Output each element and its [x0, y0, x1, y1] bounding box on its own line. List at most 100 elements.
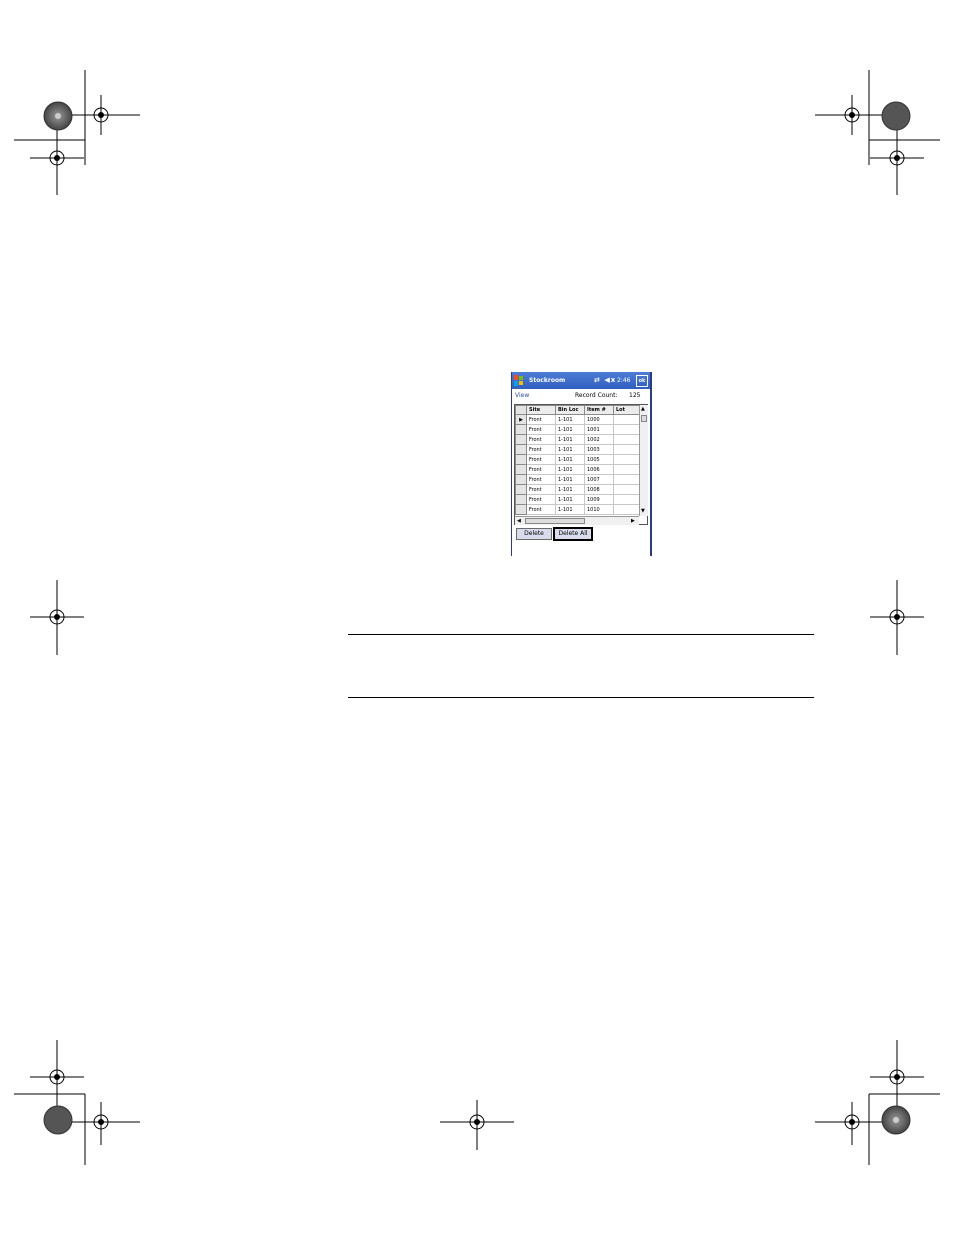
scroll-right-arrow-icon[interactable]: ▶ — [631, 518, 635, 524]
table-cell[interactable]: 1-101 — [555, 504, 585, 515]
delete-all-button[interactable]: Delete All — [553, 527, 593, 541]
divider-top — [348, 634, 814, 635]
crosshair-mark-icon — [66, 70, 140, 165]
view-menu[interactable]: View — [515, 392, 529, 399]
table-cell[interactable]: 1000 — [584, 414, 614, 425]
vertical-scrollbar[interactable]: ▲ ▼ — [639, 405, 648, 516]
app-title: Stockroom — [529, 377, 566, 384]
table-cell[interactable]: Front — [526, 414, 556, 425]
table-row[interactable]: Front 1-101 1008 — [515, 484, 640, 495]
scroll-thumb[interactable] — [525, 518, 585, 524]
row-selector[interactable] — [515, 464, 527, 475]
ok-button[interactable]: ok — [636, 375, 648, 387]
row-selector-header — [515, 405, 527, 415]
horizontal-scrollbar[interactable]: ◀ ▶ — [515, 516, 639, 525]
table-cell[interactable]: 1-101 — [555, 484, 585, 495]
row-selector[interactable] — [515, 454, 527, 465]
table-cell[interactable] — [613, 474, 640, 485]
scroll-thumb[interactable] — [641, 415, 647, 422]
table-cell[interactable]: 1009 — [584, 494, 614, 505]
column-header[interactable]: Bin Loc — [555, 405, 585, 415]
table-cell[interactable]: Front — [526, 464, 556, 475]
column-header[interactable]: Item # — [584, 405, 614, 415]
row-selector[interactable] — [515, 434, 527, 445]
row-selector[interactable] — [515, 484, 527, 495]
column-header[interactable]: Site — [526, 405, 556, 415]
starburst-target-icon — [881, 1105, 911, 1135]
row-selector[interactable] — [515, 494, 527, 505]
table-cell[interactable] — [613, 504, 640, 515]
table-cell[interactable] — [613, 414, 640, 425]
table-cell[interactable]: 1-101 — [555, 434, 585, 445]
table-cell[interactable]: 1010 — [584, 504, 614, 515]
table-cell[interactable]: Front — [526, 504, 556, 515]
table-row[interactable]: Front 1-101 1010 — [515, 504, 640, 515]
clock[interactable]: 2:46 — [617, 377, 630, 384]
table-row[interactable]: Front 1-101 1005 — [515, 454, 640, 465]
table-cell[interactable] — [613, 484, 640, 495]
crosshair-mark-icon — [14, 1040, 85, 1115]
crosshair-mark-icon — [869, 1040, 940, 1115]
row-selector[interactable] — [515, 474, 527, 485]
starburst-target-icon — [881, 101, 911, 131]
table-cell[interactable]: 1001 — [584, 424, 614, 435]
starburst-target-icon — [43, 101, 73, 131]
table-cell[interactable]: Front — [526, 434, 556, 445]
current-row-arrow-icon: ▶ — [519, 416, 523, 423]
table-cell[interactable] — [613, 444, 640, 455]
column-header[interactable]: Lot — [613, 405, 640, 415]
crosshair-mark-icon — [869, 120, 940, 195]
table-row[interactable]: Front 1-101 1009 — [515, 494, 640, 505]
device-screen: Stockroom ⇄ ◀x 2:46 ok View Record Count… — [511, 372, 652, 556]
row-selector[interactable] — [515, 444, 527, 455]
table-cell[interactable]: Front — [526, 484, 556, 495]
toolbar-row: View Record Count: 125 — [515, 392, 647, 401]
table-row[interactable]: Front 1-101 1006 — [515, 464, 640, 475]
table-cell[interactable] — [613, 454, 640, 465]
table-cell[interactable] — [613, 464, 640, 475]
table-cell[interactable]: 1007 — [584, 474, 614, 485]
table-cell[interactable]: Front — [526, 454, 556, 465]
table-row[interactable]: Front 1-101 1007 — [515, 474, 640, 485]
table-cell[interactable]: 1-101 — [555, 414, 585, 425]
table-cell[interactable]: 1-101 — [555, 464, 585, 475]
table-row[interactable]: Front 1-101 1002 — [515, 434, 640, 445]
scroll-up-arrow-icon[interactable]: ▲ — [641, 406, 645, 412]
header-row: Site Bin Loc Item # Lot — [515, 405, 640, 415]
table-cell[interactable] — [613, 424, 640, 435]
table-cell[interactable]: Front — [526, 474, 556, 485]
row-selector[interactable] — [515, 424, 527, 435]
windows-start-icon[interactable] — [514, 375, 524, 386]
table-cell[interactable]: 1008 — [584, 484, 614, 495]
table-cell[interactable] — [613, 434, 640, 445]
table-row[interactable]: Front 1-101 1001 — [515, 424, 640, 435]
record-count-value: 125 — [629, 392, 641, 399]
record-count-label: Record Count: — [575, 392, 618, 399]
speaker-muted-icon[interactable]: ◀x — [604, 376, 616, 384]
table-cell[interactable]: 1002 — [584, 434, 614, 445]
table-cell[interactable]: 1005 — [584, 454, 614, 465]
table-cell[interactable]: Front — [526, 444, 556, 455]
data-grid[interactable]: Site Bin Loc Item # Lot ▶ Front 1-101 1000 F… — [514, 404, 648, 525]
row-selector[interactable]: ▶ — [515, 414, 527, 425]
sync-icon[interactable]: ⇄ — [594, 376, 601, 384]
scroll-left-arrow-icon[interactable]: ◀ — [517, 518, 521, 524]
delete-button[interactable]: Delete — [516, 528, 552, 540]
table-cell[interactable]: 1006 — [584, 464, 614, 475]
table-cell[interactable]: 1-101 — [555, 494, 585, 505]
table-cell[interactable]: 1-101 — [555, 444, 585, 455]
table-cell[interactable]: Front — [526, 494, 556, 505]
row-selector[interactable] — [515, 504, 527, 515]
scroll-down-arrow-icon[interactable]: ▼ — [641, 508, 645, 514]
table-cell[interactable]: 1003 — [584, 444, 614, 455]
table-cell[interactable]: 1-101 — [555, 474, 585, 485]
divider-bottom — [348, 697, 814, 698]
table-cell[interactable]: 1-101 — [555, 454, 585, 465]
crosshair-mark-icon — [66, 1094, 140, 1165]
table-cell[interactable]: 1-101 — [555, 424, 585, 435]
table-row[interactable]: ▶ Front 1-101 1000 — [515, 414, 640, 425]
status-icons: ⇄ ◀x — [594, 376, 616, 384]
table-cell[interactable] — [613, 494, 640, 505]
table-row[interactable]: Front 1-101 1003 — [515, 444, 640, 455]
table-cell[interactable]: Front — [526, 424, 556, 435]
